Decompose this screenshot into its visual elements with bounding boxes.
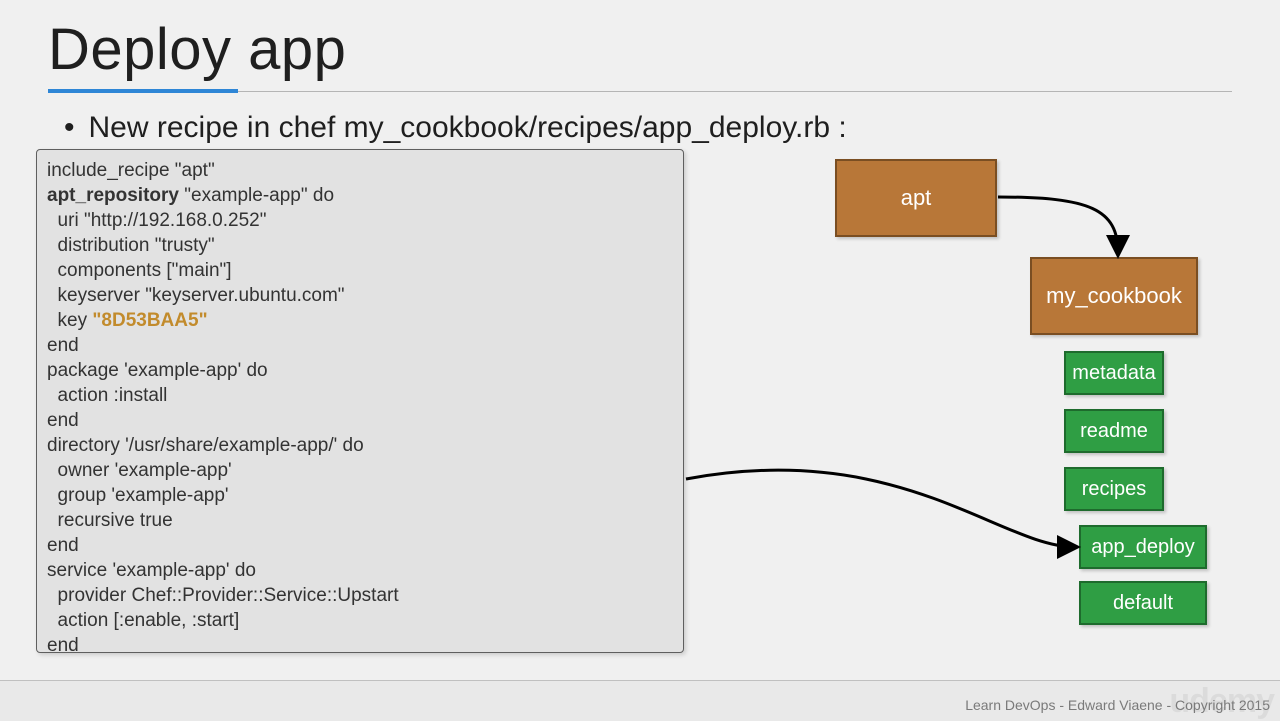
bullet-text: New recipe in chef my_cookbook/recipes/a… — [89, 111, 847, 145]
code-line: include_recipe "apt" — [47, 158, 673, 183]
code-line: service 'example-app' do — [47, 558, 673, 583]
arrow-code-to-appdeploy — [686, 470, 1075, 547]
code-line: action :install — [47, 383, 673, 408]
code-line: apt_repository "example-app" do — [47, 183, 673, 208]
diagram-box-my-cookbook: my_cookbook — [1030, 257, 1198, 335]
code-line: keyserver "keyserver.ubuntu.com" — [47, 283, 673, 308]
code-line: action [:enable, :start] — [47, 608, 673, 633]
footer: udemy Learn DevOps - Edward Viaene - Cop… — [0, 680, 1280, 721]
diagram-box-readme: readme — [1064, 409, 1164, 453]
code-line: end — [47, 533, 673, 558]
code-line: directory '/usr/share/example-app/' do — [47, 433, 673, 458]
code-line: distribution "trusty" — [47, 233, 673, 258]
diagram-box-default: default — [1079, 581, 1207, 625]
slide-title: Deploy app — [0, 0, 1280, 83]
bullet-line: • New recipe in chef my_cookbook/recipes… — [0, 93, 1280, 149]
diagram-box-recipes: recipes — [1064, 467, 1164, 511]
code-line: end — [47, 333, 673, 358]
code-line: owner 'example-app' — [47, 458, 673, 483]
diagram-box-app-deploy: app_deploy — [1079, 525, 1207, 569]
diagram-box-apt: apt — [835, 159, 997, 237]
code-line: key "8D53BAA5" — [47, 308, 673, 333]
slide: Deploy app • New recipe in chef my_cookb… — [0, 0, 1280, 680]
code-line: provider Chef::Provider::Service::Upstar… — [47, 583, 673, 608]
bullet-icon: • — [64, 113, 75, 143]
code-line: group 'example-app' — [47, 483, 673, 508]
code-line: components ["main"] — [47, 258, 673, 283]
code-line: end — [47, 408, 673, 433]
arrow-apt-to-cookbook — [998, 197, 1118, 253]
code-line: package 'example-app' do — [47, 358, 673, 383]
title-underline — [48, 89, 1232, 93]
code-block: include_recipe "apt" apt_repository "exa… — [36, 149, 684, 653]
code-line: recursive true — [47, 508, 673, 533]
code-line: uri "http://192.168.0.252" — [47, 208, 673, 233]
code-line: end — [47, 633, 673, 658]
content-area: include_recipe "apt" apt_repository "exa… — [0, 149, 1280, 669]
copyright-text: Learn DevOps - Edward Viaene - Copyright… — [965, 697, 1270, 713]
diagram-box-metadata: metadata — [1064, 351, 1164, 395]
